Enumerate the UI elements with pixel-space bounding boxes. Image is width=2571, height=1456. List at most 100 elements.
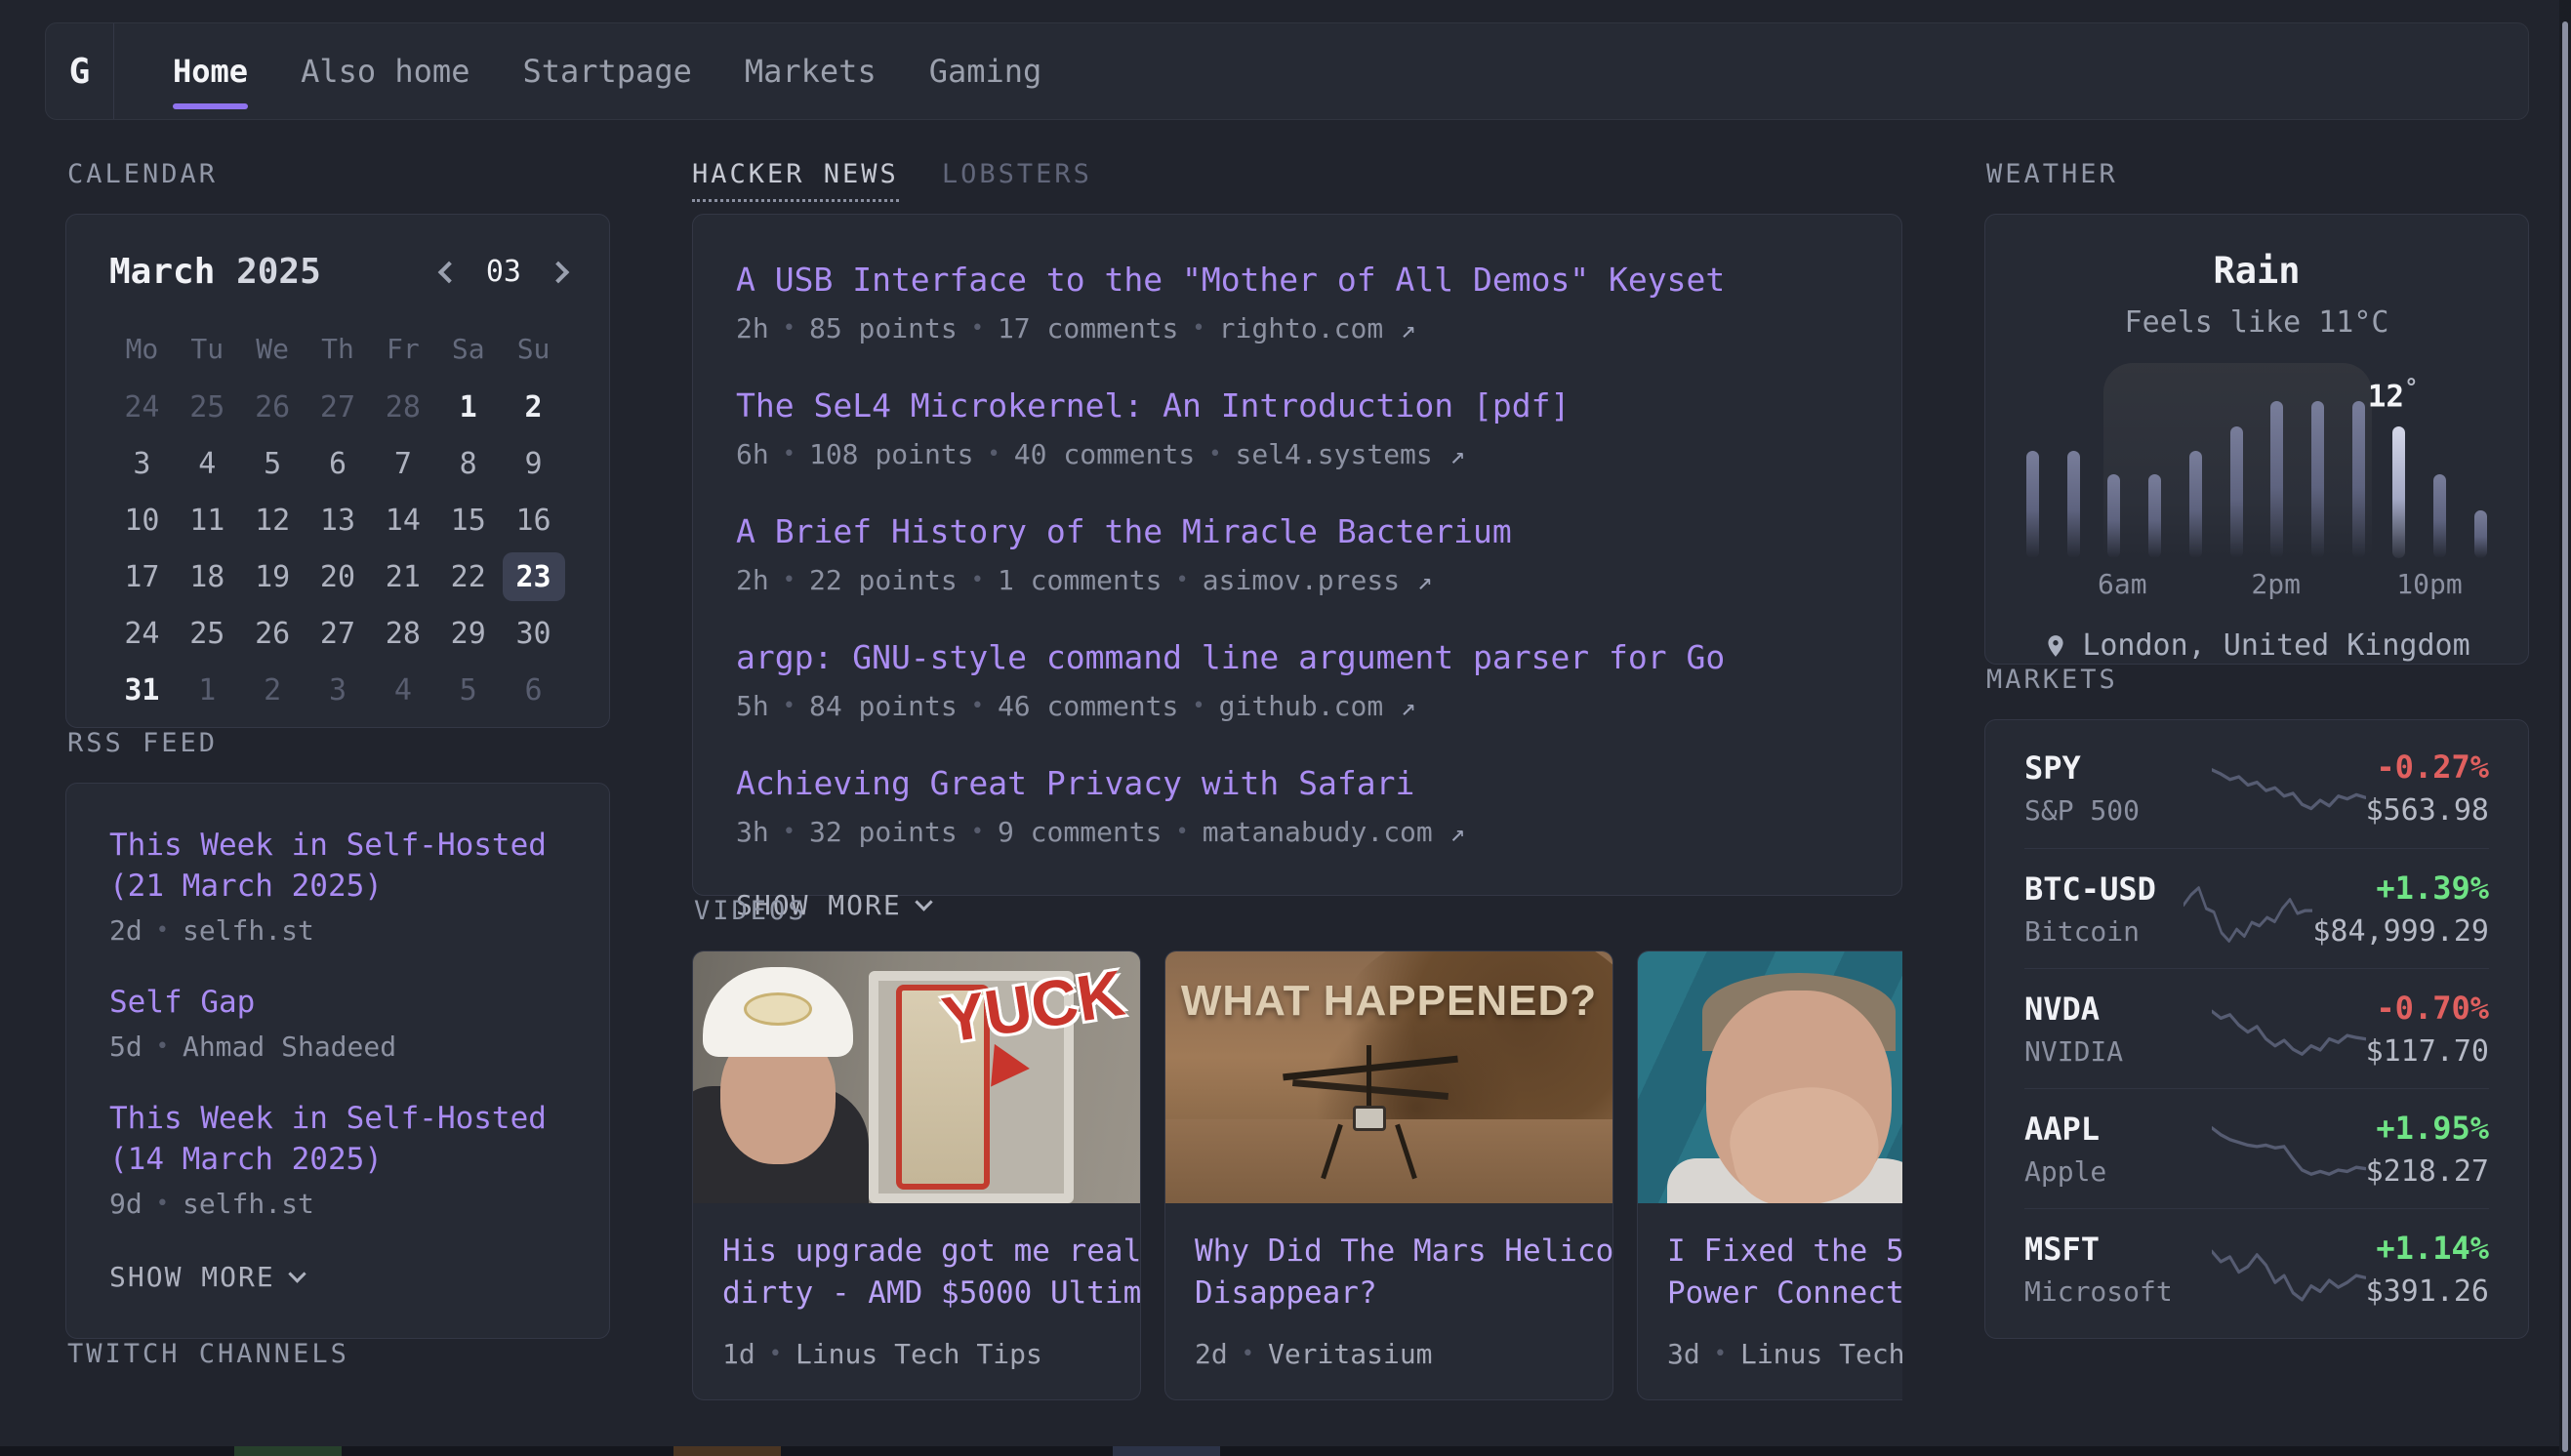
calendar-day: 10 (109, 492, 175, 548)
story-source-link[interactable]: asimov.press ↗ (1203, 564, 1433, 596)
calendar-day: 28 (370, 605, 435, 662)
video-title[interactable]: Why Did The Mars HelicopterDisappear? (1195, 1231, 1583, 1314)
calendar-day-number: 29 (437, 609, 500, 658)
temperature-bar (2148, 474, 2161, 558)
news-tab-hacker-news[interactable]: HACKER NEWS (692, 159, 899, 202)
calendar-header: March 2025 03 (109, 252, 566, 292)
calendar-day: 2 (240, 662, 306, 718)
weekday-label: Sa (435, 333, 501, 365)
separator-dot: • (1714, 1342, 1727, 1366)
calendar-day: 2 (501, 379, 566, 435)
calendar-month-number: 03 (486, 255, 521, 289)
separator-dot: • (1176, 568, 1189, 592)
news-story: A Brief History of the Miracle Bacterium… (736, 511, 1858, 596)
market-identity: NVDANVIDIA (2024, 991, 2204, 1068)
story-comments: 46 comments (998, 690, 1178, 722)
nav-tab-startpage[interactable]: Startpage (522, 23, 691, 119)
scrollbar-thumb[interactable] (2562, 21, 2568, 1452)
calendar-weekday-row: MoTuWeThFrSaSu (109, 333, 566, 365)
rss-item-age: 9d (109, 1188, 143, 1220)
market-change: +1.14% (2366, 1230, 2489, 1267)
temperature-bar (2474, 510, 2487, 558)
calendar-day: 31 (109, 662, 175, 718)
story-age: 2h (736, 312, 769, 344)
market-values: +1.39%$84,999.29 (2312, 870, 2489, 949)
sparkline-chart (2212, 991, 2365, 1067)
calendar-day-number: 2 (503, 383, 565, 431)
rss-item-title[interactable]: This Week in Self-Hosted (14 March 2025) (109, 1098, 566, 1180)
market-row-nvda[interactable]: NVDANVIDIA -0.70%$117.70 (2024, 968, 2489, 1088)
video-title-line: Power Connect (1667, 1273, 1902, 1314)
calendar-day: 21 (370, 548, 435, 605)
nav-tab-also-home[interactable]: Also home (301, 23, 469, 119)
calendar-day-number: 11 (176, 496, 238, 545)
calendar-day-number: 24 (110, 609, 173, 658)
calendar-next-icon[interactable] (548, 261, 570, 283)
video-title[interactable]: His upgrade got me reallydirty - AMD $50… (722, 1231, 1111, 1314)
t1-badge-shape (744, 992, 812, 1026)
scrollbar-track[interactable] (2559, 0, 2571, 1456)
separator-dot: • (1242, 1342, 1254, 1366)
column-left: CALENDAR March 2025 03 MoTuWeThFrSaSu 24… (65, 159, 610, 1400)
time-axis-label: 2pm (2251, 568, 2301, 600)
story-points: 22 points (809, 564, 958, 596)
calendar-day-number: 23 (503, 552, 565, 601)
calendar-widget: March 2025 03 MoTuWeThFrSaSu 24252627281… (65, 214, 610, 728)
video-card[interactable]: YUCKHis upgrade got me reallydirty - AMD… (692, 950, 1141, 1400)
video-age: 3d (1667, 1338, 1700, 1370)
video-title-line: Disappear? (1195, 1273, 1583, 1314)
story-comments: 1 comments (998, 564, 1163, 596)
story-source-link[interactable]: sel4.systems ↗ (1235, 438, 1465, 470)
calendar-day: 25 (175, 605, 240, 662)
story-source-link[interactable]: righto.com ↗ (1219, 312, 1416, 344)
market-row-spy[interactable]: SPYS&P 500-0.27%$563.98 (2024, 728, 2489, 848)
news-story-title[interactable]: Achieving Great Privacy with Safari (736, 763, 1858, 804)
markets-heading: MARKETS (1986, 665, 2529, 694)
calendar-day-number: 1 (176, 666, 238, 714)
market-row-msft[interactable]: MSFTMicrosoft+1.14%$391.26 (2024, 1208, 2489, 1328)
calendar-day-number: 17 (110, 552, 173, 601)
calendar-prev-icon[interactable] (438, 261, 461, 283)
story-points: 84 points (809, 690, 958, 722)
calendar-day-number: 6 (503, 666, 565, 714)
calendar-month-title: March 2025 (109, 252, 321, 292)
rss-show-more-button[interactable]: SHOW MORE (109, 1261, 566, 1293)
nav-tab-label: Also home (301, 53, 469, 90)
video-title[interactable]: I Fixed the 5Power Connect (1667, 1231, 1902, 1314)
calendar-day: 8 (435, 435, 501, 492)
rss-item: This Week in Self-Hosted (14 March 2025)… (109, 1098, 566, 1220)
rss-item-title[interactable]: Self Gap (109, 982, 566, 1023)
news-story-title[interactable]: A Brief History of the Miracle Bacterium (736, 511, 1858, 552)
market-row-btc-usd[interactable]: BTC-USDBitcoin+1.39%$84,999.29 (2024, 848, 2489, 968)
nav-tab-gaming[interactable]: Gaming (929, 23, 1042, 119)
rss-item-meta: 5d•Ahmad Shadeed (109, 1031, 566, 1063)
nav-tab-markets[interactable]: Markets (745, 23, 877, 119)
videos-carousel: YUCKHis upgrade got me reallydirty - AMD… (692, 950, 1902, 1400)
separator-dot: • (1208, 442, 1221, 466)
external-link-icon: ↗ (1385, 693, 1415, 722)
news-story: The SeL4 Microkernel: An Introduction [p… (736, 385, 1858, 470)
news-story-title[interactable]: A USB Interface to the "Mother of All De… (736, 260, 1858, 301)
market-name: S&P 500 (2024, 794, 2204, 827)
news-tab-lobsters[interactable]: LOBSTERS (942, 159, 1092, 189)
rss-item-title[interactable]: This Week in Self-Hosted (21 March 2025) (109, 825, 566, 907)
calendar-day: 25 (175, 379, 240, 435)
story-source-link[interactable]: github.com ↗ (1219, 690, 1416, 722)
market-name: Bitcoin (2024, 915, 2176, 948)
story-age: 5h (736, 690, 769, 722)
market-values: -0.70%$117.70 (2366, 990, 2489, 1069)
video-card[interactable]: WHAT HAPPENED?Why Did The Mars Helicopte… (1164, 950, 1613, 1400)
calendar-day-number: 27 (306, 383, 369, 431)
market-name: Apple (2024, 1155, 2204, 1188)
nav-tab-home[interactable]: Home (173, 23, 248, 119)
news-story-title[interactable]: The SeL4 Microkernel: An Introduction [p… (736, 385, 1858, 426)
calendar-day: 9 (501, 435, 566, 492)
market-row-aapl[interactable]: AAPLApple+1.95%$218.27 (2024, 1088, 2489, 1208)
news-story-meta: 6h•108 points•40 comments•sel4.systems ↗ (736, 438, 1858, 470)
video-card[interactable]: DOTTI Fixed the 5Power Connect3d•Linus T… (1637, 950, 1902, 1400)
news-story-title[interactable]: argp: GNU-style command line argument pa… (736, 637, 1858, 678)
story-comments: 17 comments (998, 312, 1178, 344)
column-right: WEATHER Rain Feels like 11°C 12° 6am2pm1… (1984, 159, 2529, 1400)
story-source-link[interactable]: matanabudy.com ↗ (1203, 816, 1465, 848)
temperature-value: 12 (2368, 380, 2404, 415)
